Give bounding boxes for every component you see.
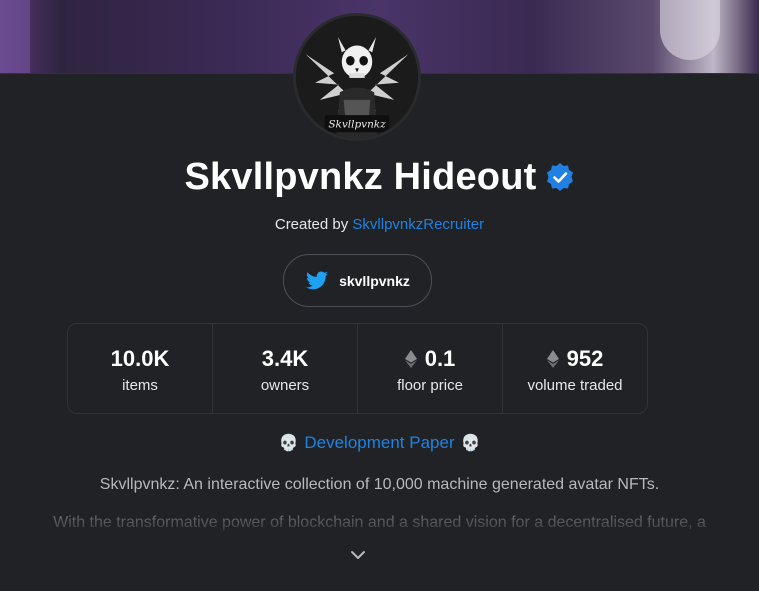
stat-volume-traded[interactable]: 952 volume traded bbox=[503, 324, 647, 413]
collection-stats: 10.0K items 3.4K owners 0.1 floor price … bbox=[67, 323, 648, 414]
banner-art-right bbox=[660, 0, 720, 60]
verified-badge-icon bbox=[546, 163, 573, 191]
stat-floor-price-value: 0.1 bbox=[424, 346, 456, 371]
stat-items[interactable]: 10.0K items bbox=[68, 324, 213, 413]
banner-art-left bbox=[0, 0, 30, 73]
created-by: Created by SkvllpvnkzRecruiter bbox=[0, 216, 759, 233]
collection-description: Skvllpvnkz: An interactive collection of… bbox=[99, 476, 660, 493]
development-paper: 💀 Development Paper 💀 bbox=[0, 433, 759, 453]
ethereum-icon bbox=[404, 350, 417, 368]
stat-owners-value: 3.4K bbox=[261, 346, 309, 371]
twitter-handle: skvllpvnkz bbox=[339, 272, 410, 289]
twitter-button[interactable]: skvllpvnkz bbox=[283, 254, 432, 307]
collection-avatar[interactable]: Skvllpvnkz bbox=[293, 13, 421, 141]
skull-emoji-icon: 💀 bbox=[278, 435, 299, 452]
collection-description-continued: With the transformative power of blockch… bbox=[53, 514, 706, 531]
stat-floor-price-label: floor price bbox=[397, 377, 463, 394]
svg-text:Skvllpvnkz: Skvllpvnkz bbox=[328, 119, 386, 131]
creator-link[interactable]: SkvllpvnkzRecruiter bbox=[352, 216, 484, 233]
stat-volume-traded-value: 952 bbox=[566, 346, 604, 371]
collection-title: Skvllpvnkz Hideout bbox=[0, 152, 759, 202]
stat-owners[interactable]: 3.4K owners bbox=[213, 324, 358, 413]
stat-floor-price[interactable]: 0.1 floor price bbox=[358, 324, 503, 413]
collection-name: Skvllpvnkz Hideout bbox=[184, 155, 537, 198]
ethereum-icon bbox=[546, 350, 559, 368]
stat-owners-label: owners bbox=[260, 377, 310, 394]
skull-avatar-image: Skvllpvnkz bbox=[296, 16, 418, 138]
stat-volume-traded-label: volume traded bbox=[527, 377, 623, 394]
stat-floor-price-value-wrap: 0.1 bbox=[404, 343, 456, 375]
stat-items-value: 10.0K bbox=[110, 346, 170, 371]
twitter-icon bbox=[306, 271, 329, 289]
stat-volume-traded-value-wrap: 952 bbox=[546, 343, 604, 375]
stat-items-label: items bbox=[122, 377, 158, 394]
created-by-prefix: Created by bbox=[274, 216, 349, 233]
skull-emoji-icon: 💀 bbox=[460, 435, 481, 452]
chevron-down-icon[interactable] bbox=[349, 546, 367, 564]
development-paper-link[interactable]: Development Paper bbox=[304, 433, 454, 453]
